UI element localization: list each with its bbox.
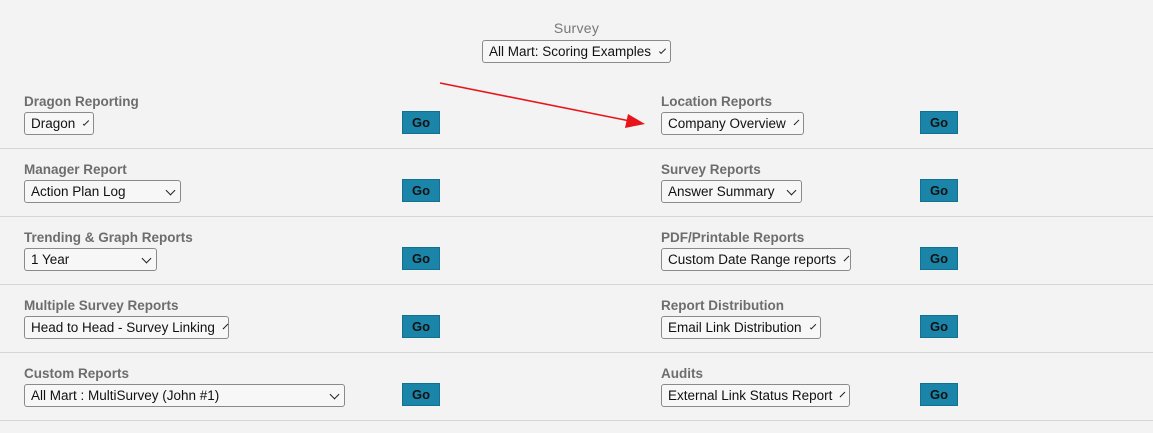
survey-reports-value: Answer Summary xyxy=(668,184,775,199)
audits-go-button[interactable]: Go xyxy=(920,383,958,406)
manager-report-value: Action Plan Log xyxy=(31,184,126,199)
manager-report-group: Manager Report Action Plan Log xyxy=(24,162,181,203)
survey-reports-go-button[interactable]: Go xyxy=(920,179,958,202)
survey-reports-select[interactable]: Answer Summary xyxy=(661,180,802,203)
location-reports-go-button[interactable]: Go xyxy=(920,111,958,134)
trending-graph-value: 1 Year xyxy=(31,252,70,267)
report-row-5: Custom Reports All Mart : MultiSurvey (J… xyxy=(0,353,1153,421)
custom-reports-select[interactable]: All Mart : MultiSurvey (John #1) xyxy=(24,384,345,407)
report-row-2: Manager Report Action Plan Log Go Survey… xyxy=(0,149,1153,217)
report-distribution-go-button[interactable]: Go xyxy=(920,315,958,338)
pdf-printable-group: PDF/Printable Reports Custom Date Range … xyxy=(661,230,851,271)
chevron-down-icon xyxy=(793,119,800,125)
location-reports-select[interactable]: Company Overview xyxy=(661,112,804,135)
pdf-printable-label: PDF/Printable Reports xyxy=(661,230,805,245)
chevron-down-icon xyxy=(659,46,667,54)
chevron-down-icon xyxy=(329,389,340,399)
report-distribution-value: Email Link Distribution xyxy=(668,320,802,335)
chevron-down-icon xyxy=(843,255,850,261)
location-reports-label: Location Reports xyxy=(661,94,773,109)
pdf-printable-select[interactable]: Custom Date Range reports xyxy=(661,248,851,271)
chevron-down-icon xyxy=(222,323,229,329)
audits-label: Audits xyxy=(661,366,703,381)
survey-reports-group: Survey Reports Answer Summary xyxy=(661,162,802,203)
multiple-survey-select[interactable]: Head to Head - Survey Linking xyxy=(24,316,229,339)
custom-reports-group: Custom Reports All Mart : MultiSurvey (J… xyxy=(24,366,345,407)
chevron-down-icon xyxy=(809,322,817,330)
multiple-survey-value: Head to Head - Survey Linking xyxy=(31,320,215,335)
trending-graph-go-button[interactable]: Go xyxy=(402,247,440,270)
chevron-down-icon xyxy=(786,185,797,195)
survey-section: Survey All Mart: Scoring Examples xyxy=(0,20,1153,63)
report-distribution-group: Report Distribution Email Link Distribut… xyxy=(661,298,821,339)
pdf-printable-go-button[interactable]: Go xyxy=(920,247,958,270)
dragon-reporting-select[interactable]: Dragon xyxy=(24,112,94,135)
audits-group: Audits External Link Status Report xyxy=(661,366,850,407)
chevron-down-icon xyxy=(840,391,846,397)
audits-select[interactable]: External Link Status Report xyxy=(661,384,850,407)
report-row-4: Multiple Survey Reports Head to Head - S… xyxy=(0,285,1153,353)
survey-select[interactable]: All Mart: Scoring Examples xyxy=(482,40,671,63)
pdf-printable-value: Custom Date Range reports xyxy=(668,252,837,267)
chevron-down-icon xyxy=(83,118,90,126)
dragon-reporting-go-button[interactable]: Go xyxy=(402,111,440,134)
trending-graph-select[interactable]: 1 Year xyxy=(24,248,157,271)
custom-reports-label: Custom Reports xyxy=(24,366,130,381)
manager-report-go-button[interactable]: Go xyxy=(402,179,440,202)
manager-report-label: Manager Report xyxy=(24,162,127,177)
dragon-reporting-value: Dragon xyxy=(31,116,76,131)
dragon-reporting-group: Dragon Reporting Dragon xyxy=(24,94,139,135)
trending-graph-label: Trending & Graph Reports xyxy=(24,230,193,245)
chevron-down-icon xyxy=(141,253,152,263)
location-reports-group: Location Reports Company Overview xyxy=(661,94,804,135)
location-reports-value: Company Overview xyxy=(668,116,786,131)
multiple-survey-group: Multiple Survey Reports Head to Head - S… xyxy=(24,298,229,339)
multiple-survey-go-button[interactable]: Go xyxy=(402,315,440,338)
audits-value: External Link Status Report xyxy=(668,388,833,403)
chevron-down-icon xyxy=(165,185,176,195)
custom-reports-value: All Mart : MultiSurvey (John #1) xyxy=(31,388,220,403)
multiple-survey-label: Multiple Survey Reports xyxy=(24,298,179,313)
manager-report-select[interactable]: Action Plan Log xyxy=(24,180,181,203)
report-row-1: Dragon Reporting Dragon Go Location Repo… xyxy=(0,81,1153,149)
dragon-reporting-label: Dragon Reporting xyxy=(24,94,139,109)
report-distribution-label: Report Distribution xyxy=(661,298,784,313)
report-distribution-select[interactable]: Email Link Distribution xyxy=(661,316,821,339)
survey-reports-label: Survey Reports xyxy=(661,162,761,177)
survey-label: Survey xyxy=(553,20,600,36)
report-row-3: Trending & Graph Reports 1 Year Go PDF/P… xyxy=(0,217,1153,285)
trending-graph-group: Trending & Graph Reports 1 Year xyxy=(24,230,193,271)
custom-reports-go-button[interactable]: Go xyxy=(402,383,440,406)
survey-select-value: All Mart: Scoring Examples xyxy=(489,44,652,59)
